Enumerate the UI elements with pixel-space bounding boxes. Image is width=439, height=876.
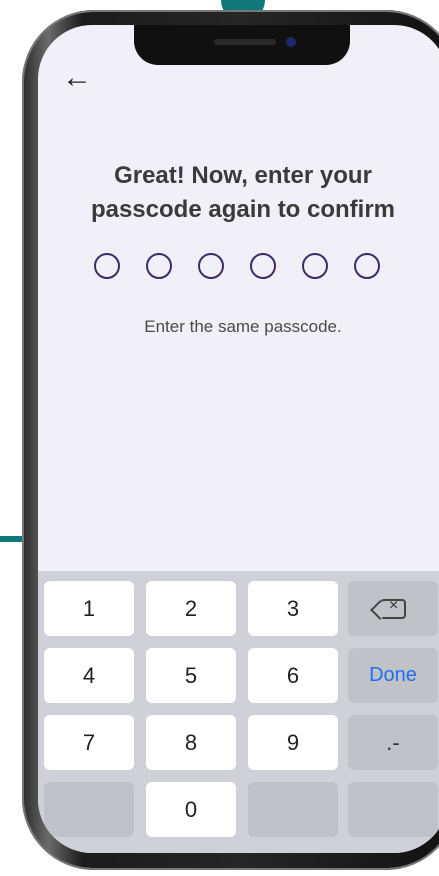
key-1[interactable]: 1 bbox=[44, 581, 134, 636]
backspace-button[interactable] bbox=[348, 581, 438, 636]
key-4[interactable]: 4 bbox=[44, 648, 134, 703]
notch bbox=[134, 25, 350, 65]
title-line-1: Great! Now, enter your bbox=[114, 162, 372, 189]
camera-icon bbox=[286, 37, 296, 47]
key-7[interactable]: 7 bbox=[44, 715, 134, 770]
passcode-dots bbox=[94, 253, 380, 279]
passcode-dot bbox=[94, 253, 120, 279]
title-line-2: passcode again to confirm bbox=[90, 196, 396, 223]
passcode-dot bbox=[250, 253, 276, 279]
passcode-dot bbox=[198, 253, 224, 279]
page-title: Great! Now, enter your passcode again to… bbox=[38, 159, 439, 227]
empty-key bbox=[248, 782, 338, 837]
punctuation-key[interactable]: .- bbox=[348, 715, 438, 770]
backspace-icon bbox=[380, 598, 406, 619]
passcode-dot bbox=[354, 253, 380, 279]
speaker bbox=[214, 39, 276, 45]
key-9[interactable]: 9 bbox=[248, 715, 338, 770]
passcode-dot bbox=[302, 253, 328, 279]
numeric-keyboard: 1 2 3 4 5 6 Done 7 8 9 .- 0 bbox=[38, 571, 439, 853]
key-3[interactable]: 3 bbox=[248, 581, 338, 636]
app-frame: ← Great! Now, enter your passcode again … bbox=[0, 0, 439, 876]
done-button[interactable]: Done bbox=[348, 648, 438, 703]
arrow-left-icon[interactable]: ← bbox=[62, 63, 92, 93]
key-6[interactable]: 6 bbox=[248, 648, 338, 703]
key-5[interactable]: 5 bbox=[146, 648, 236, 703]
passcode-dot bbox=[146, 253, 172, 279]
key-2[interactable]: 2 bbox=[146, 581, 236, 636]
key-8[interactable]: 8 bbox=[146, 715, 236, 770]
empty-key bbox=[44, 782, 134, 837]
key-0[interactable]: 0 bbox=[146, 782, 236, 837]
empty-key bbox=[348, 782, 438, 837]
hint-text: Enter the same passcode. bbox=[144, 317, 342, 336]
phone-screen: ← Great! Now, enter your passcode again … bbox=[38, 25, 439, 853]
